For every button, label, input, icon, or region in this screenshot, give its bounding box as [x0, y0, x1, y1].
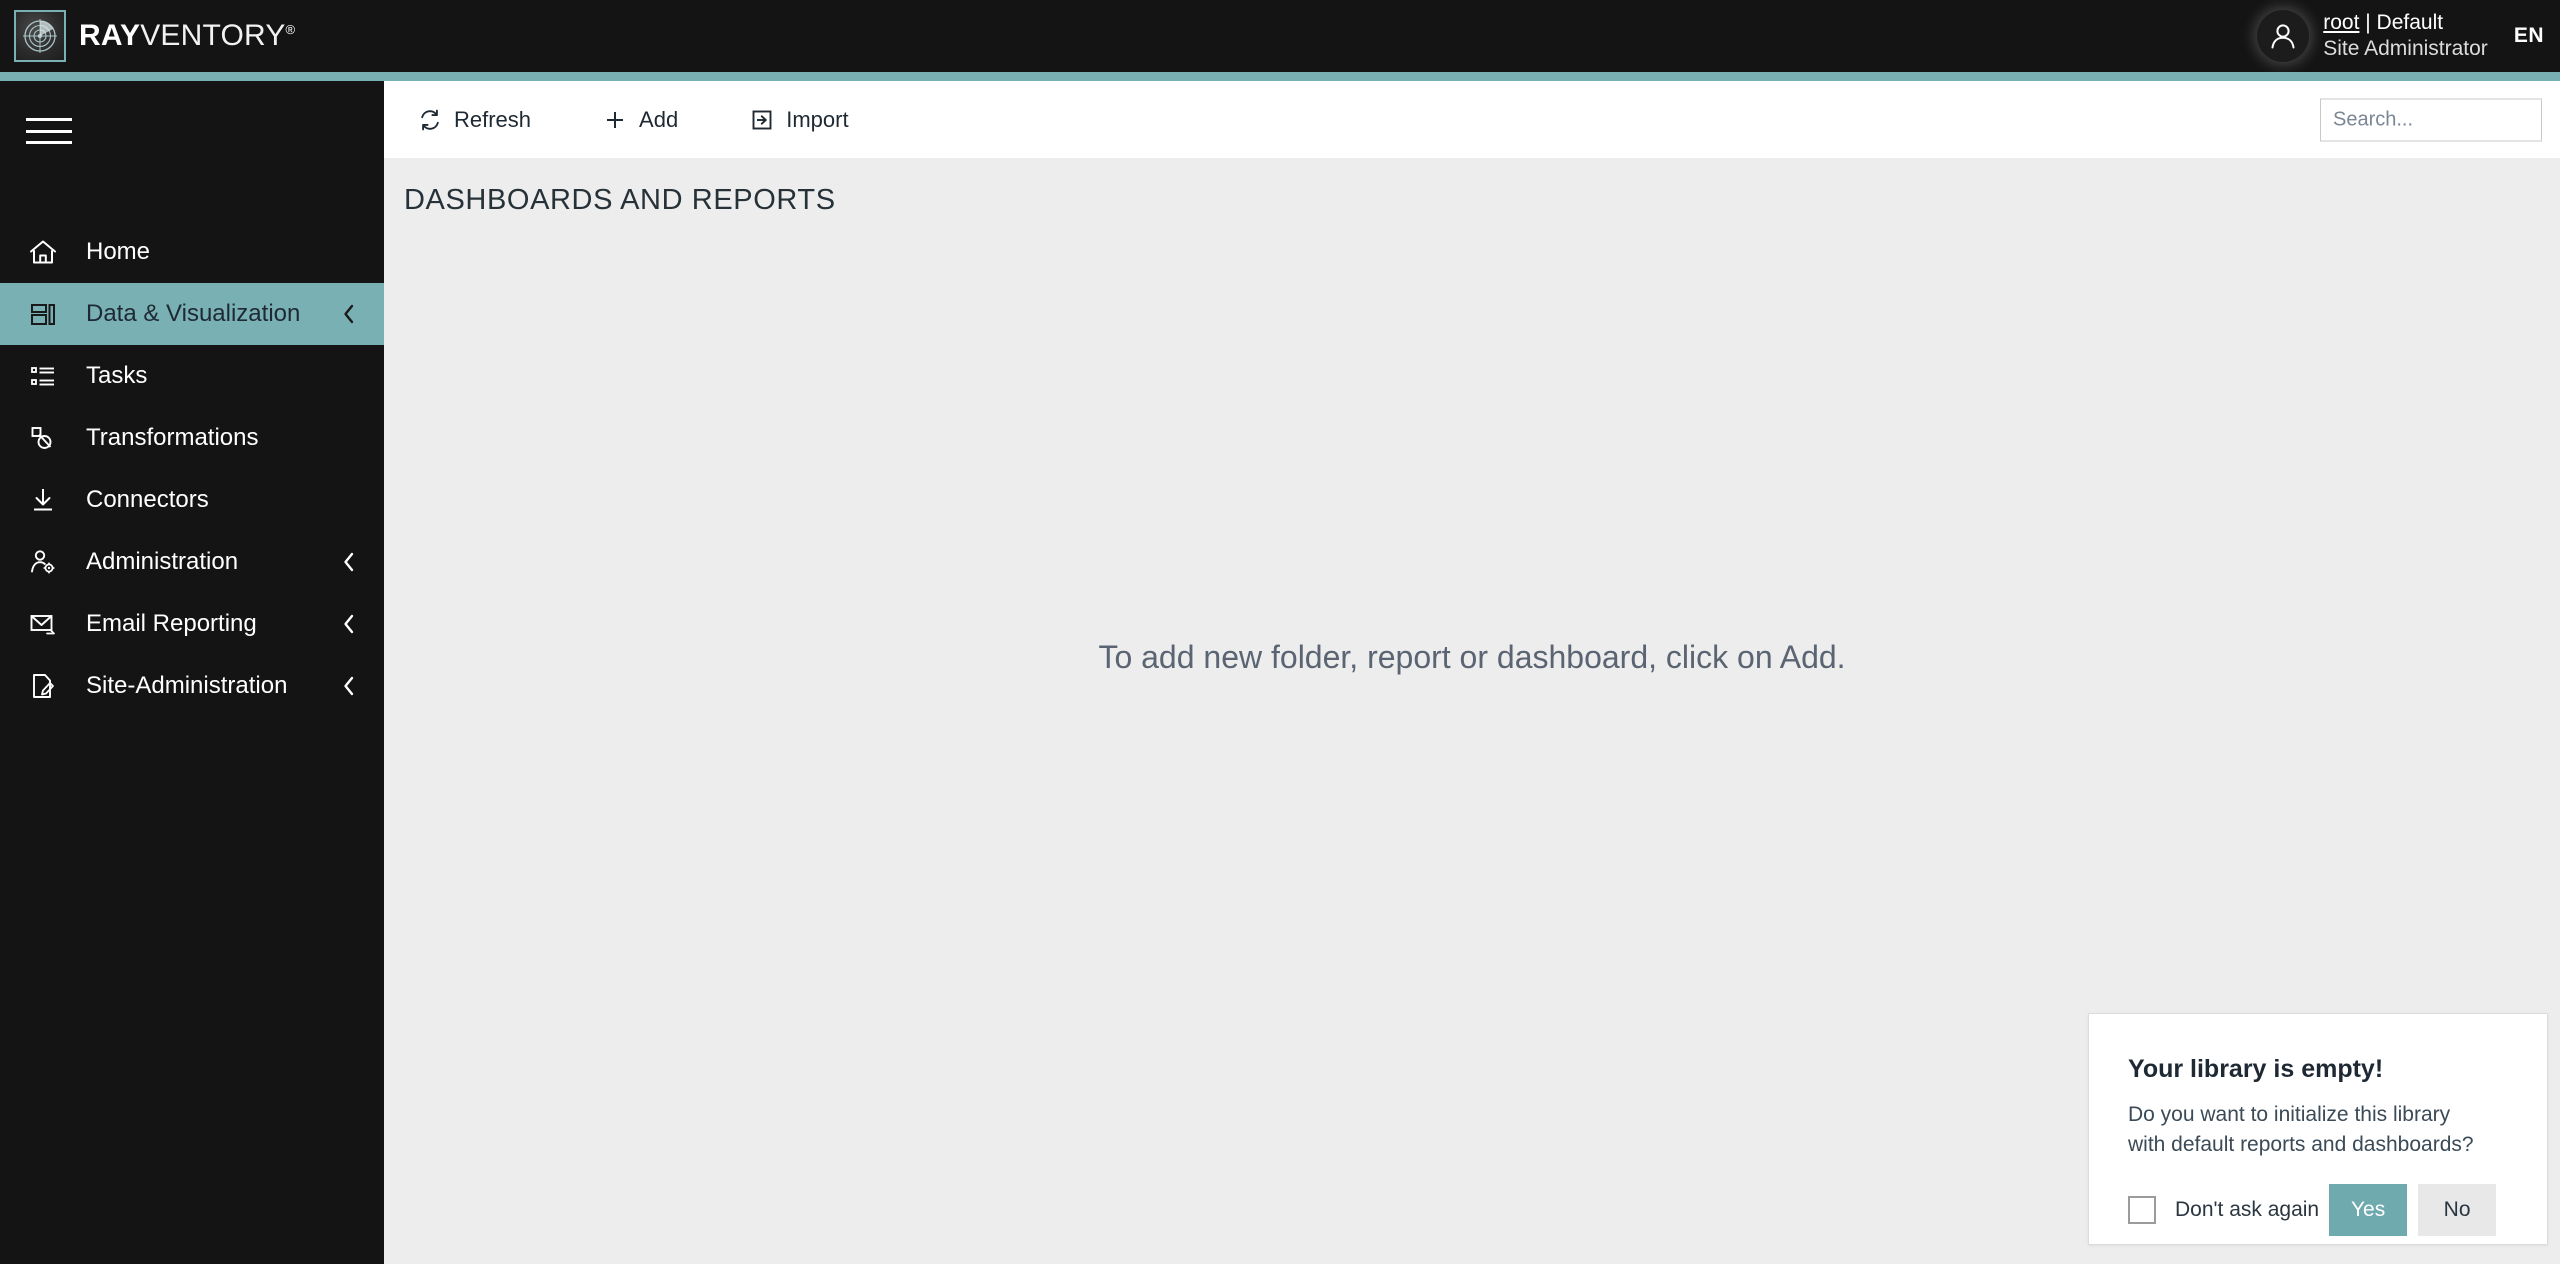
download-connector-icon — [26, 483, 60, 517]
import-label: Import — [786, 106, 849, 132]
sidebar-item-label: Email Reporting — [86, 610, 257, 637]
sidebar-item-label: Administration — [86, 548, 239, 575]
hamburger-bar — [26, 141, 72, 144]
email-arrow-icon — [26, 607, 60, 641]
user-account-area[interactable]: root | Default Site Administrator EN — [2257, 0, 2560, 72]
sidebar-item-label: Tasks — [86, 362, 148, 389]
import-button[interactable]: Import — [749, 81, 849, 158]
import-icon — [749, 107, 775, 133]
accent-strip — [0, 72, 2560, 81]
transformations-icon — [26, 421, 60, 455]
document-pen-icon — [26, 669, 60, 703]
dont-ask-again-checkbox-row[interactable]: Don't ask again — [2128, 1196, 2319, 1224]
dialog-message: Do you want to initialize this library w… — [2128, 1103, 2474, 1156]
refresh-label: Refresh — [454, 106, 532, 132]
search-box[interactable] — [2320, 98, 2560, 141]
chevron-left-icon[interactable] — [341, 551, 357, 573]
home-icon — [26, 235, 60, 269]
sidebar-item-label: Data & Visualization — [86, 300, 301, 327]
brand-name-bold: RAY — [79, 19, 141, 52]
hamburger-bar — [26, 118, 72, 121]
sidebar-item-email-reporting[interactable]: Email Reporting — [0, 593, 384, 655]
refresh-icon — [417, 107, 443, 133]
top-header-bar: RAYVENTORY® root | Default Site Administ… — [0, 0, 2560, 72]
user-role: Site Administrator — [2323, 37, 2488, 60]
chevron-left-icon[interactable] — [341, 613, 357, 635]
content-toolbar: Refresh Add Import — [384, 81, 2560, 158]
user-name-link[interactable]: root — [2323, 11, 2359, 34]
hamburger-menu-icon[interactable] — [26, 113, 72, 149]
sidebar-item-label: Transformations — [86, 424, 259, 451]
sidebar-item-administration[interactable]: Administration — [0, 531, 384, 593]
user-separator: | — [2359, 11, 2377, 35]
add-label: Add — [639, 106, 679, 132]
plus-icon — [602, 107, 628, 133]
hamburger-bar — [26, 129, 72, 133]
user-info: root | Default Site Administrator — [2323, 10, 2488, 61]
dialog-title: Your library is empty! — [2128, 1055, 2384, 1083]
sidebar-item-label: Home — [86, 238, 151, 265]
tenant-name: Default — [2376, 11, 2444, 35]
user-gear-icon — [26, 545, 60, 579]
user-avatar-icon[interactable] — [2257, 10, 2310, 62]
empty-state-text: To add new folder, report or dashboard, … — [1098, 639, 1846, 675]
sidebar-item-label: Connectors — [86, 486, 209, 513]
no-button[interactable]: No — [2418, 1184, 2497, 1236]
page-title: DASHBOARDS AND REPORTS — [404, 184, 836, 216]
radar-icon — [14, 10, 66, 62]
dashboard-icon — [26, 297, 60, 331]
brand-logo[interactable]: RAYVENTORY® — [14, 10, 295, 62]
user-identity-line: root | Default — [2323, 10, 2488, 36]
add-button[interactable]: Add — [602, 81, 678, 158]
yes-button[interactable]: Yes — [2329, 1184, 2408, 1236]
sidebar-nav: Home Data & Visualization Tasks Transfor… — [0, 221, 384, 717]
sidebar-item-site-administration[interactable]: Site-Administration — [0, 655, 384, 717]
refresh-button[interactable]: Refresh — [417, 81, 531, 158]
library-empty-dialog: Your library is empty! Do you want to in… — [2088, 1013, 2548, 1245]
chevron-left-icon[interactable] — [341, 675, 357, 697]
sidebar-item-connectors[interactable]: Connectors — [0, 469, 384, 531]
sidebar-item-tasks[interactable]: Tasks — [0, 345, 384, 407]
search-input[interactable] — [2321, 107, 2560, 132]
dialog-actions: Don't ask again Yes No — [2128, 1184, 2525, 1236]
brand-wordmark: RAYVENTORY® — [79, 19, 295, 53]
dont-ask-again-label: Don't ask again — [2175, 1198, 2320, 1221]
dont-ask-again-checkbox[interactable] — [2128, 1196, 2156, 1224]
sidebar-item-data-visualization[interactable]: Data & Visualization — [0, 283, 384, 345]
sidebar: Home Data & Visualization Tasks Transfor… — [0, 81, 384, 1264]
language-selector[interactable]: EN — [2514, 24, 2544, 48]
brand-name-light: VENTORY — [140, 19, 286, 52]
task-list-icon — [26, 359, 60, 393]
sidebar-item-label: Site-Administration — [86, 672, 288, 699]
sidebar-item-home[interactable]: Home — [0, 221, 384, 283]
registered-mark: ® — [285, 22, 296, 37]
chevron-left-icon[interactable] — [341, 303, 357, 325]
sidebar-item-transformations[interactable]: Transformations — [0, 407, 384, 469]
